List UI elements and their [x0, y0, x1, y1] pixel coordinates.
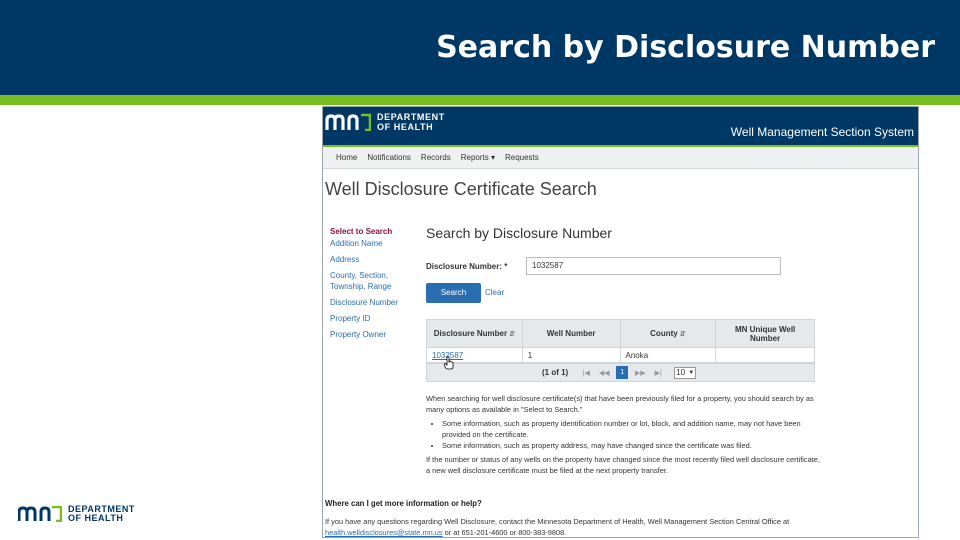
page-count: (1 of 1): [542, 368, 569, 377]
app-screenshot: DEPARTMENT OF HEALTH Well Management Sec…: [322, 106, 919, 538]
form-heading: Search by Disclosure Number: [426, 225, 612, 241]
unique-well-number-cell: [715, 347, 815, 363]
search-type-nav: Select to Search Addition Name Address C…: [330, 227, 410, 345]
prev-page-icon[interactable]: ◀◀: [598, 369, 610, 377]
page-size-select[interactable]: 10 ▼: [674, 366, 697, 379]
mn-logo-icon: [18, 506, 62, 522]
help-email-link[interactable]: health.welldisclosures@state.mn.us: [325, 528, 443, 537]
col-disclosure-number-label: Disclosure Number: [433, 329, 508, 338]
nav-notifications[interactable]: Notifications: [367, 153, 411, 162]
instructions-intro: When searching for well disclosure certi…: [426, 394, 814, 414]
app-logo-line2: OF HEALTH: [377, 122, 434, 132]
clear-button[interactable]: Clear: [485, 288, 504, 297]
search-type-property-id[interactable]: Property ID: [330, 313, 410, 324]
results-table: Disclosure Number ⇵ Well Number County ⇵ M…: [426, 319, 815, 363]
app-logo-line1: DEPARTMENT: [377, 112, 445, 122]
instructions-bullet: Some information, such as property ident…: [442, 418, 821, 440]
col-county-label: County: [650, 329, 678, 338]
page-size-value: 10: [676, 368, 686, 377]
top-nav: Home Notifications Records Reports ▾ Req…: [323, 147, 918, 169]
app-logo[interactable]: DEPARTMENT OF HEALTH: [325, 112, 445, 132]
search-type-title: Select to Search: [330, 227, 393, 236]
instructions-bullet: Some information, such as property addre…: [442, 440, 821, 451]
slide-header: Search by Disclosure Number: [0, 0, 960, 95]
county-cell: Anoka: [619, 347, 717, 363]
search-button[interactable]: Search: [426, 283, 481, 303]
sort-icon: ⇵: [509, 331, 515, 338]
search-type-disclosure-number[interactable]: Disclosure Number: [330, 297, 410, 308]
disclosure-number-link[interactable]: 1032587: [426, 347, 523, 363]
nav-records[interactable]: Records: [421, 153, 451, 162]
instructions-closing: If the number or status of any wells on …: [426, 455, 820, 475]
col-county[interactable]: County ⇵: [619, 319, 717, 348]
app-header: DEPARTMENT OF HEALTH Well Management Sec…: [323, 107, 918, 145]
slide-title: Search by Disclosure Number: [436, 30, 935, 65]
system-name: Well Management Section System: [730, 125, 914, 139]
instructions-list: Some information, such as property ident…: [442, 418, 821, 451]
search-type-addition-name[interactable]: Addition Name: [330, 238, 410, 249]
table-header-row: Disclosure Number ⇵ Well Number County ⇵ M…: [426, 319, 815, 348]
last-page-icon[interactable]: ▶|: [652, 369, 664, 377]
paginator: (1 of 1) |◀ ◀◀ 1 ▶▶ ▶| 10 ▼: [426, 363, 815, 382]
disclosure-number-input[interactable]: 1032587: [526, 257, 781, 275]
slide-logo-wordmark: DEPARTMENT OF HEALTH: [68, 505, 135, 523]
mn-logo-icon: [325, 113, 371, 131]
help-heading: Where can I get more information or help…: [325, 499, 482, 508]
well-number-cell: 1: [521, 347, 621, 363]
sort-icon: ⇵: [679, 331, 686, 338]
first-page-icon[interactable]: |◀: [580, 369, 592, 377]
slide-green-band: [0, 95, 960, 105]
slide-logo-line2: OF HEALTH: [68, 513, 124, 523]
current-page-button[interactable]: 1: [616, 366, 629, 379]
help-text-body: If you have any questions regarding Well…: [325, 517, 790, 526]
col-mn-unique-well-number: MN Unique Well Number: [715, 319, 815, 348]
table-row: 1032587 1 Anoka: [426, 347, 815, 363]
nav-home[interactable]: Home: [336, 153, 357, 162]
help-text: If you have any questions regarding Well…: [325, 516, 915, 537]
chevron-down-icon: ▼: [688, 369, 695, 376]
col-well-number: Well Number: [521, 319, 621, 348]
hand-cursor-icon: [444, 356, 454, 370]
help-phones: or at 651-201-4600 or 800-383-9808.: [444, 528, 567, 537]
nav-requests[interactable]: Requests: [505, 153, 539, 162]
search-type-county-section[interactable]: County, Section, Township, Range: [330, 270, 410, 292]
col-disclosure-number[interactable]: Disclosure Number ⇵: [426, 319, 523, 348]
search-type-address[interactable]: Address: [330, 254, 410, 265]
search-instructions: When searching for well disclosure certi…: [426, 393, 821, 479]
page-title: Well Disclosure Certificate Search: [325, 179, 597, 199]
nav-reports-dropdown[interactable]: Reports ▾: [461, 153, 495, 162]
search-type-property-owner[interactable]: Property Owner: [330, 329, 410, 340]
app-logo-wordmark: DEPARTMENT OF HEALTH: [377, 112, 445, 132]
disclosure-number-label: Disclosure Number: *: [426, 262, 508, 271]
slide-logo: DEPARTMENT OF HEALTH: [18, 504, 135, 524]
next-page-icon[interactable]: ▶▶: [634, 369, 646, 377]
